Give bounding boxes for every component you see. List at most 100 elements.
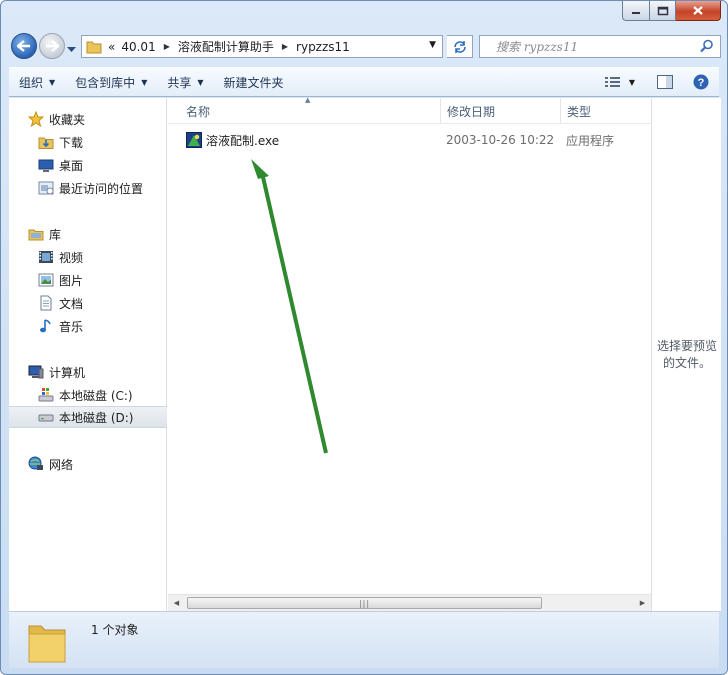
- address-segment-1[interactable]: 40.01: [121, 40, 155, 54]
- explorer-window: « 40.01 ▶ 溶液配制计算助手 ▶ rypzzs11 ▼ 组织 ▼ 包含到库…: [0, 0, 728, 675]
- item-count: 1 个对象: [91, 623, 139, 637]
- nav-label: 桌面: [59, 158, 84, 173]
- chevron-down-icon: ▼: [197, 77, 204, 87]
- help-button[interactable]: ?: [687, 68, 715, 96]
- maximize-button[interactable]: [650, 1, 676, 21]
- address-segment-3[interactable]: rypzzs11: [296, 40, 350, 54]
- nav-item-desktop[interactable]: 桌面: [9, 154, 167, 176]
- file-list-pane: ▲ 名称 修改日期 类型 溶液配制.exe 2003-10-26 10:22 应…: [168, 96, 651, 611]
- star-icon: [27, 110, 45, 128]
- nav-label: 最近访问的位置: [59, 181, 144, 196]
- file-name-cell[interactable]: 溶液配制.exe: [186, 132, 279, 149]
- column-headers: ▲ 名称 修改日期 类型: [168, 96, 651, 124]
- preview-message: 选择要预览 的文件。: [652, 338, 722, 372]
- new-folder-button[interactable]: 新建文件夹: [214, 68, 294, 96]
- network-icon: [27, 455, 45, 473]
- file-type: 应用程序: [566, 133, 615, 148]
- refresh-button[interactable]: [447, 35, 473, 58]
- nav-network[interactable]: 网络: [9, 453, 167, 475]
- nav-item-recent-places[interactable]: 最近访问的位置: [9, 177, 167, 199]
- preview-pane: 选择要预览 的文件。: [651, 98, 721, 611]
- drive-icon: [37, 408, 55, 426]
- file-modified: 2003-10-26 10:22: [446, 133, 555, 147]
- nav-computer[interactable]: 计算机: [9, 361, 167, 383]
- nav-item-drive-c[interactable]: 本地磁盘 (C:): [9, 384, 167, 406]
- minimize-button[interactable]: [622, 1, 650, 21]
- nav-item-documents[interactable]: 文档: [9, 292, 167, 314]
- refresh-icon: [453, 40, 466, 53]
- nav-label: 图片: [59, 273, 84, 288]
- segment-arrow-icon[interactable]: ▶: [164, 42, 170, 51]
- exe-app-icon: [186, 132, 202, 148]
- chevron-down-icon: ▼: [628, 77, 635, 87]
- music-library-icon: [37, 317, 55, 335]
- nav-item-pictures[interactable]: 图片: [9, 269, 167, 291]
- nav-label: 本地磁盘 (D:): [59, 410, 134, 425]
- system-drive-icon: [37, 386, 55, 404]
- details-view-icon: [604, 77, 620, 87]
- address-history-dropdown[interactable]: ▼: [429, 40, 436, 50]
- address-row: « 40.01 ▶ 溶液配制计算助手 ▶ rypzzs11 ▼: [9, 32, 721, 62]
- address-overflow[interactable]: «: [108, 40, 115, 54]
- nav-item-videos[interactable]: 视频: [9, 246, 167, 268]
- file-row[interactable]: 溶液配制.exe 2003-10-26 10:22 应用程序: [180, 129, 650, 151]
- nav-item-downloads[interactable]: 下载: [9, 131, 167, 153]
- nav-item-music[interactable]: 音乐: [9, 315, 167, 337]
- maximize-icon: [657, 6, 668, 15]
- preview-pane-icon: [657, 75, 673, 89]
- share-label: 共享: [167, 75, 192, 90]
- svg-text:?: ?: [698, 77, 705, 89]
- nav-favorites[interactable]: 收藏夹: [9, 108, 167, 130]
- toolbar-right: ▼ ?: [599, 68, 715, 96]
- back-arrow-icon: [17, 40, 30, 52]
- command-bar: 组织 ▼ 包含到库中 ▼ 共享 ▼ 新建文件夹 ▼ ?: [9, 67, 719, 97]
- nav-label: 文档: [59, 296, 84, 311]
- chevron-down-icon: ▼: [141, 77, 148, 87]
- new-folder-label: 新建文件夹: [223, 75, 284, 90]
- close-button[interactable]: [676, 1, 721, 21]
- preview-line-2: 的文件。: [662, 356, 711, 370]
- folder-icon: [86, 40, 102, 54]
- nav-label: 计算机: [49, 365, 86, 380]
- column-header-type[interactable]: 类型: [561, 98, 651, 124]
- details-bar: 1 个对象: [9, 612, 719, 668]
- share-button[interactable]: 共享 ▼: [157, 68, 213, 96]
- address-segment-2[interactable]: 溶液配制计算助手: [178, 38, 274, 55]
- computer-icon: [27, 363, 45, 381]
- search-input[interactable]: [496, 39, 686, 54]
- nav-item-drive-d[interactable]: 本地磁盘 (D:): [9, 406, 167, 428]
- segment-arrow-icon[interactable]: ▶: [282, 42, 288, 51]
- recent-pages-dropdown[interactable]: [67, 42, 76, 56]
- forward-button[interactable]: [39, 33, 65, 59]
- download-folder-icon: [37, 133, 55, 151]
- desktop-icon: [37, 156, 55, 174]
- scroll-left-icon[interactable]: ◀: [168, 595, 185, 611]
- nav-label: 下载: [59, 135, 84, 150]
- horizontal-scrollbar[interactable]: ◀ ||| ▶: [168, 594, 651, 611]
- preview-pane-button[interactable]: [651, 68, 679, 96]
- forward-arrow-icon: [46, 40, 59, 52]
- minimize-icon: [632, 11, 640, 14]
- include-in-library-button[interactable]: 包含到库中 ▼: [65, 68, 157, 96]
- nav-label: 本地磁盘 (C:): [59, 388, 133, 403]
- scrollbar-thumb[interactable]: |||: [187, 597, 542, 609]
- include-in-library-label: 包含到库中: [75, 75, 136, 90]
- chevron-down-icon: [67, 47, 76, 52]
- document-library-icon: [37, 294, 55, 312]
- search-box[interactable]: [479, 35, 721, 58]
- nav-libraries[interactable]: 库: [9, 223, 167, 245]
- caption-buttons: [622, 1, 721, 21]
- library-icon: [27, 225, 45, 243]
- nav-label: 视频: [59, 250, 84, 265]
- address-bar[interactable]: « 40.01 ▶ 溶液配制计算助手 ▶ rypzzs11 ▼: [81, 35, 443, 58]
- organize-button[interactable]: 组织 ▼: [9, 68, 65, 96]
- recent-places-icon: [37, 179, 55, 197]
- search-icon[interactable]: [700, 39, 714, 56]
- close-icon: [693, 6, 703, 15]
- back-button[interactable]: [11, 33, 37, 59]
- navigation-pane: 收藏夹 下载 桌面 最近访问的位置 库 视频 图片 文档 音乐 计算机 本地磁盘…: [9, 98, 167, 611]
- column-header-modified[interactable]: 修改日期: [441, 98, 561, 124]
- scroll-right-icon[interactable]: ▶: [634, 595, 651, 611]
- view-options-button[interactable]: ▼: [599, 68, 641, 96]
- column-header-name[interactable]: 名称: [168, 98, 441, 124]
